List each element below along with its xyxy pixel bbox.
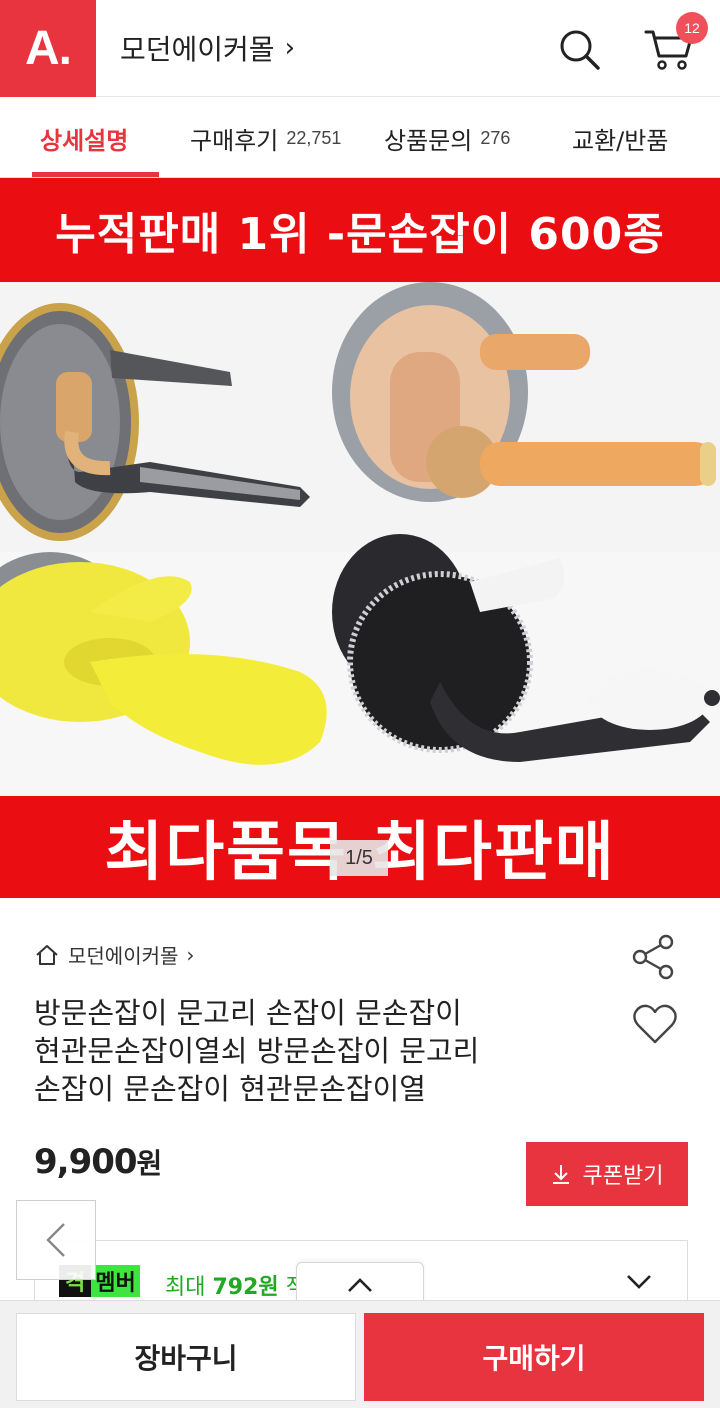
bottom-action-bar: 장바구니 구매하기 [0, 1300, 720, 1408]
app-logo[interactable]: A. [0, 0, 96, 97]
product-image-carousel[interactable]: 누적판매 1위 -문손잡이 600종 최다품목 최다판매 1/5 [0, 178, 720, 898]
store-breadcrumb[interactable]: 모던에이커몰 › [34, 940, 194, 969]
chevron-up-icon [348, 1277, 372, 1292]
store-name: 모던에이커몰 [120, 33, 275, 66]
home-icon [36, 944, 58, 965]
tab-label: 구매후기 [190, 126, 279, 155]
chevron-left-icon [46, 1223, 65, 1257]
member-badge-right: 멤버 [91, 1265, 140, 1297]
get-coupon-button[interactable]: 쿠폰받기 [526, 1142, 688, 1206]
price-value: 9,900 [34, 1142, 138, 1182]
heart-icon[interactable] [632, 1002, 678, 1046]
search-icon[interactable] [556, 26, 602, 72]
detail-tabs: 상세설명 구매후기 22,751 상품문의 276 교환/반품 [0, 98, 720, 178]
back-button[interactable] [16, 1200, 96, 1280]
benefit-prefix: 최대 [165, 1275, 213, 1300]
store-title-link[interactable]: 모던에이커몰 › [120, 28, 295, 68]
chevron-down-icon[interactable] [625, 1273, 653, 1291]
title-line: 손잡이 문손잡이 현관문손잡이열 [34, 1072, 426, 1106]
logo-text: A. [25, 22, 72, 75]
inquiry-count: 276 [480, 127, 511, 148]
member-benefit-text: 최대 792원 적 [165, 1269, 306, 1301]
active-tab-indicator [32, 172, 159, 177]
tab-reviews[interactable]: 구매후기 22,751 [190, 98, 341, 178]
benefit-amount: 792원 [212, 1275, 279, 1300]
buy-now-button[interactable]: 구매하기 [364, 1313, 704, 1401]
product-title: 방문손잡이 문고리 손잡이 문손잡이 현관문손잡이열쇠 방문손잡이 문고리 손잡… [34, 994, 594, 1108]
download-icon [552, 1165, 569, 1184]
top-header: A. 모던에이커몰 › 12 [0, 0, 720, 97]
tab-label: 상세설명 [40, 126, 129, 155]
tab-label: 교환/반품 [572, 126, 669, 155]
slide-indicator: 1/5 [330, 840, 388, 876]
promo-banner-top: 누적판매 1위 -문손잡이 600종 [0, 178, 720, 282]
title-line: 현관문손잡이열쇠 방문손잡이 문고리 [34, 1034, 480, 1068]
share-icon[interactable] [630, 934, 678, 980]
coupon-label: 쿠폰받기 [582, 1163, 664, 1188]
door-handle-photos [0, 282, 720, 796]
review-count: 22,751 [286, 127, 342, 148]
title-line: 방문손잡이 문고리 손잡이 문손잡이 [34, 996, 462, 1030]
product-price: 9,900원 [34, 1142, 163, 1182]
breadcrumb-store-name: 모던에이커몰 [68, 944, 179, 968]
add-to-cart-button[interactable]: 장바구니 [16, 1313, 356, 1401]
price-unit: 원 [136, 1147, 163, 1180]
cart-count-badge: 12 [676, 12, 708, 44]
tab-exchange-return[interactable]: 교환/반품 [572, 98, 668, 178]
chevron-right-icon: › [186, 942, 195, 967]
tab-inquiries[interactable]: 상품문의 276 [384, 98, 510, 178]
tab-label: 상품문의 [384, 126, 473, 155]
chevron-right-icon: › [284, 33, 295, 63]
tab-description[interactable]: 상세설명 [40, 98, 128, 178]
